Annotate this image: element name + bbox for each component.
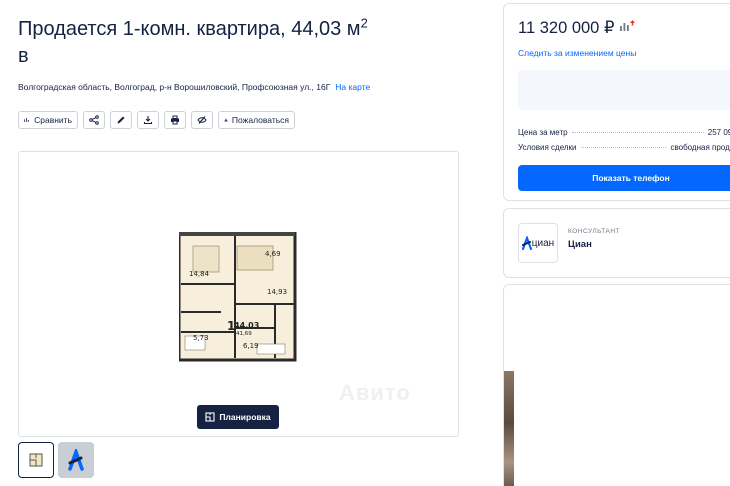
room-area-1: 14,84 — [189, 270, 210, 278]
cian-logo-mark — [521, 236, 532, 250]
deal-conditions-label: Условия сделки — [518, 143, 577, 152]
watermark: Авито — [339, 380, 411, 405]
show-phone-button[interactable]: Показать телефон — [518, 165, 730, 191]
map-pin-icon — [68, 449, 84, 471]
title-suffix: в — [18, 45, 29, 67]
room-area-5: 6,19 — [243, 342, 259, 350]
price-per-meter-row: Цена за метр 257 097 ₽ — [518, 128, 730, 137]
address: Волгоградская область, Волгоград, р-н Во… — [18, 82, 370, 92]
floor-plan-thumbnail-icon — [29, 453, 43, 467]
living-area: 41,69 — [236, 331, 252, 337]
deal-conditions-row: Условия сделки свободная продажа — [518, 143, 730, 152]
report-label: Пожаловаться — [231, 115, 289, 125]
pencil-icon — [117, 116, 125, 124]
total-area: 44,03 — [234, 321, 259, 330]
cian-logo-text: циан — [531, 237, 555, 249]
dotted-leader — [580, 147, 667, 148]
print-button[interactable] — [164, 111, 186, 129]
agent-card: циан КОНСУЛЬТАНТ Циан — [503, 208, 730, 278]
share-icon — [89, 115, 99, 125]
toolbar: Сравнить Пожаловаться — [18, 111, 295, 129]
print-icon — [171, 115, 179, 125]
room-area-4: 5,73 — [193, 334, 209, 342]
report-button[interactable]: Пожаловаться — [218, 111, 295, 129]
ad-banner[interactable] — [503, 284, 730, 486]
price: 11 320 000 ₽ — [518, 19, 615, 37]
page-title: Продается 1-комн. квартира, 44,03 м2 в — [18, 16, 398, 70]
edit-button[interactable] — [110, 111, 132, 129]
map-link[interactable]: На карте — [335, 82, 370, 92]
room-area-3: 14,93 — [267, 288, 287, 296]
price-per-meter-label: Цена за метр — [518, 128, 568, 137]
consultant-name[interactable]: Циан — [568, 239, 592, 250]
hide-button[interactable] — [191, 111, 213, 129]
title-text: Продается 1-комн. квартира, 44,03 м — [18, 18, 361, 40]
floor-plan-label: Планировка — [219, 412, 271, 422]
floor-plan-button[interactable]: Планировка — [197, 405, 279, 429]
download-button[interactable] — [137, 111, 159, 129]
price-per-meter-value: 257 097 ₽ — [707, 128, 730, 137]
price-card: 11 320 000 ₽ Следить за изменением цены … — [503, 3, 730, 201]
dotted-leader — [571, 132, 704, 133]
ad-image — [504, 371, 514, 486]
room-area-2: 4,69 — [265, 250, 281, 258]
floor-plan-icon — [205, 412, 215, 422]
compare-label: Сравнить — [34, 115, 72, 125]
compare-button[interactable]: Сравнить — [18, 111, 78, 129]
cian-logo[interactable]: циан — [518, 223, 558, 263]
consultant-label: КОНСУЛЬТАНТ — [568, 228, 620, 235]
title-superscript: 2 — [360, 15, 368, 31]
address-text: Волгоградская область, Волгоград, р-н Во… — [18, 82, 331, 92]
compare-icon — [24, 118, 29, 122]
promo-banner — [518, 70, 730, 110]
thumbnail-floorplan[interactable] — [18, 442, 54, 478]
floor-plan-image: 14,84 4,69 14,93 5,73 6,19 1 44,03 41,69 — [179, 232, 297, 362]
warning-icon — [224, 118, 228, 122]
follow-price-link[interactable]: Следить за изменением цены — [518, 48, 636, 58]
deal-conditions-value: свободная продажа — [670, 143, 730, 152]
share-button[interactable] — [83, 111, 105, 129]
download-icon — [143, 116, 153, 125]
photo-gallery[interactable]: Авито 14,84 4,69 14,93 5,73 6,19 1 44,03… — [18, 151, 459, 437]
hide-icon — [197, 116, 207, 124]
thumbnail-map[interactable] — [58, 442, 94, 478]
price-history-icon[interactable] — [618, 19, 636, 33]
